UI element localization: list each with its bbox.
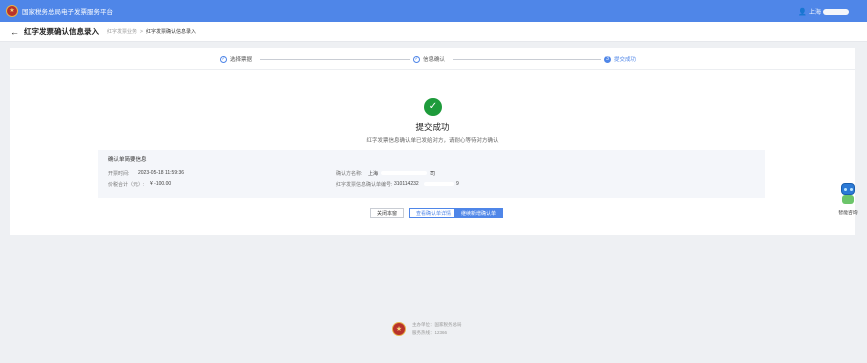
view-detail-button[interactable]: 查看确认单详情: [409, 208, 459, 218]
breadcrumb-item-current: 红字发票确认信息录入: [145, 29, 196, 35]
robot-eye: [850, 188, 853, 191]
footer-sponsor: 主办单位：国家税务总局: [412, 322, 462, 327]
step-indicator: ✓ 选择票据 ✓ 信息确认 3 提交成功: [10, 48, 855, 70]
footer-hotline: 服务热线：12366: [412, 330, 448, 335]
confirmer-label: 确认方名称:: [336, 171, 363, 177]
open-time-label: 开票时间:: [108, 171, 130, 177]
step-number-icon: 3: [604, 55, 611, 63]
step-connector: [260, 59, 410, 60]
app-title: 国家税务总局电子发票服务平台: [22, 9, 113, 16]
confirmer-name-suffix: 司: [430, 171, 436, 177]
check-circle-icon: ✓: [413, 55, 420, 63]
main-card: ✓ 选择票据 ✓ 信息确认 3 提交成功 ✓ 提交成功 红字发票信息确认单已发给…: [10, 48, 855, 235]
step-select-invoice: ✓ 选择票据: [220, 55, 252, 63]
close-window-button[interactable]: 关闭本窗: [370, 208, 405, 218]
result-description: 红字发票信息确认单已发给对方，请耐心等待对方确认: [366, 138, 499, 144]
top-bar: ★ 国家税务总局电子发票服务平台 👤 上海: [0, 0, 867, 22]
smart-consult-label: 智能咨询: [838, 211, 858, 216]
breadcrumb: 红字发票业务 > 红字发票确认信息录入: [107, 28, 196, 36]
confirm-no-suffix: 9: [456, 181, 459, 187]
summary-title: 确认单简要信息: [108, 157, 147, 163]
page-header: ← 红字发票确认信息录入 红字发票业务 > 红字发票确认信息录入: [0, 22, 867, 42]
tax-total-value: ¥ -100.00: [150, 181, 172, 187]
user-name-prefix: 上海: [808, 10, 821, 16]
open-time-value: 2023-05-18 11:59:36: [138, 170, 185, 176]
tax-emblem-icon: ★: [392, 322, 406, 336]
success-check-icon: ✓: [424, 98, 442, 116]
robot-body: [842, 195, 854, 204]
result-title: 提交成功: [415, 122, 450, 132]
check-circle-icon: ✓: [220, 55, 227, 63]
user-icon: 👤: [798, 8, 807, 16]
back-arrow-icon[interactable]: ←: [10, 27, 19, 37]
step-submit-success: 3 提交成功: [604, 55, 636, 63]
step-connector: [453, 59, 601, 60]
confirm-no-redacted: [424, 182, 454, 186]
confirm-no-value: 310114232: [394, 181, 419, 187]
footer-text: 主办单位：国家税务总局 服务热线：12366: [412, 321, 462, 337]
page-title: 红字发票确认信息录入: [24, 27, 99, 36]
breadcrumb-item-red-invoice[interactable]: 红字发票业务: [107, 28, 137, 35]
breadcrumb-separator: >: [140, 28, 143, 35]
smart-consult-widget[interactable]: 智能咨询: [835, 183, 861, 219]
tax-emblem-icon: ★: [6, 5, 18, 17]
confirmer-name-redacted: [381, 171, 427, 175]
user-menu[interactable]: 👤 上海: [798, 7, 849, 16]
confirm-no-label: 红字发票信息确认单编号:: [336, 182, 393, 188]
page-footer: ★ 主办单位：国家税务总局 服务热线：12366: [392, 321, 462, 337]
user-name-redacted: [823, 8, 849, 15]
confirmation-summary: 确认单简要信息 开票时间: 2023-05-18 11:59:36 价税合计（元…: [98, 150, 765, 198]
step-label: 提交成功: [614, 57, 637, 63]
continue-new-button[interactable]: 继续新增确认单: [454, 208, 504, 218]
step-confirm-info: ✓ 信息确认: [413, 55, 445, 63]
confirmer-name-prefix: 上海: [368, 171, 379, 177]
robot-icon: [841, 183, 855, 195]
tax-total-label: 价税合计（元）:: [108, 182, 145, 188]
step-label: 选择票据: [230, 57, 253, 63]
step-label: 信息确认: [423, 57, 446, 63]
robot-eye: [844, 188, 847, 191]
